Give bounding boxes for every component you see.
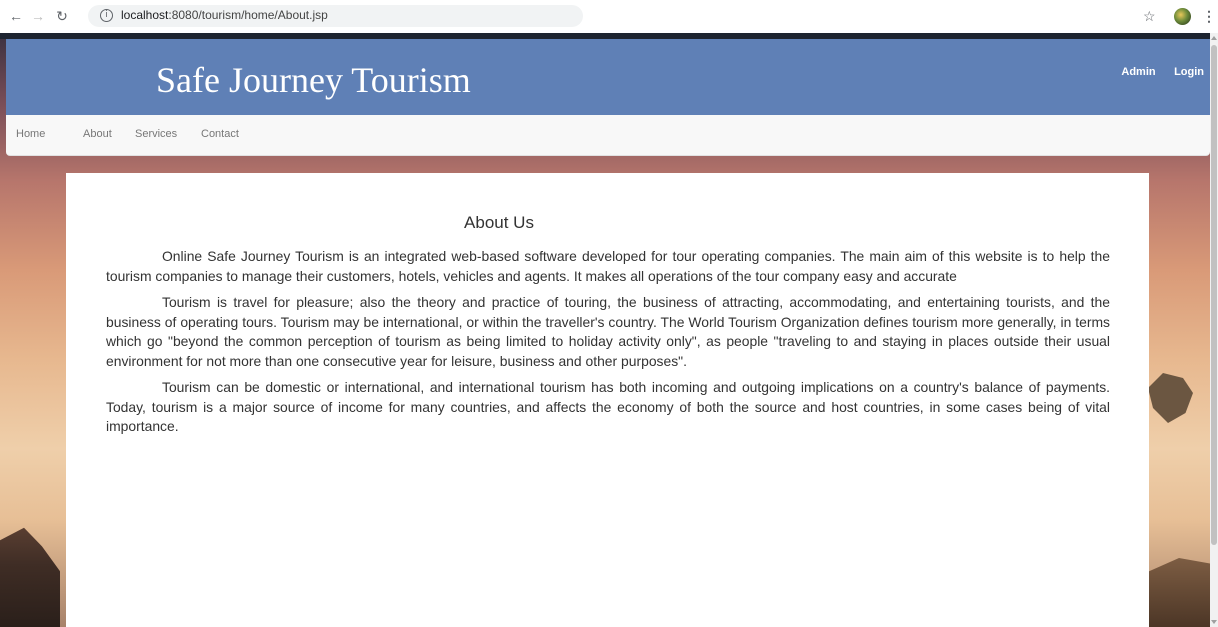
site-title: Safe Journey Tourism [156, 60, 471, 100]
about-text: Online Safe Journey Tourism is an integr… [106, 247, 1110, 444]
page-title: About Us [464, 213, 534, 232]
nav-item-about[interactable]: About [83, 128, 112, 140]
star-icon[interactable]: ☆ [1143, 6, 1156, 26]
kebab-menu-icon[interactable]: ⋮ [1202, 6, 1216, 26]
main-nav: Home About Services Contact [6, 115, 1210, 156]
arrow-left-icon[interactable]: ← [6, 6, 26, 26]
arrow-right-icon[interactable]: → [28, 6, 48, 26]
profile-avatar[interactable] [1174, 8, 1191, 25]
site-header: Safe Journey Tourism Admin Login [6, 39, 1210, 115]
scrollbar-thumb[interactable] [1211, 45, 1217, 545]
nav-item-services[interactable]: Services [135, 128, 177, 140]
url-path: :8080/tourism/home/About.jsp [168, 8, 328, 22]
about-paragraph: Tourism is travel for pleasure; also the… [106, 294, 1110, 369]
browser-toolbar: ← → ↻ i localhost:8080/tourism/home/Abou… [0, 0, 1218, 33]
page-viewport: Safe Journey Tourism Admin Login Home Ab… [0, 33, 1210, 627]
url-host: localhost [121, 8, 169, 22]
background-rock-image [0, 527, 60, 627]
background-ruins-image [1148, 363, 1210, 627]
header-links: Admin Login [1107, 62, 1204, 80]
about-paragraph: Online Safe Journey Tourism is an integr… [106, 248, 1110, 284]
scroll-up-icon[interactable] [1211, 36, 1217, 40]
content-card: About Us Online Safe Journey Tourism is … [66, 173, 1149, 627]
url-text: localhost:8080/tourism/home/About.jsp [121, 8, 328, 22]
nav-item-contact[interactable]: Contact [201, 128, 239, 140]
scroll-down-icon[interactable] [1211, 620, 1217, 624]
address-bar[interactable]: i localhost:8080/tourism/home/About.jsp [88, 5, 583, 27]
login-link[interactable]: Login [1174, 66, 1204, 78]
nav-item-home[interactable]: Home [16, 128, 45, 140]
about-paragraph: Tourism can be domestic or international… [106, 379, 1110, 434]
reload-icon[interactable]: ↻ [52, 6, 72, 26]
admin-link[interactable]: Admin [1121, 66, 1155, 78]
info-icon[interactable]: i [100, 9, 113, 22]
vertical-scrollbar[interactable] [1210, 33, 1218, 627]
